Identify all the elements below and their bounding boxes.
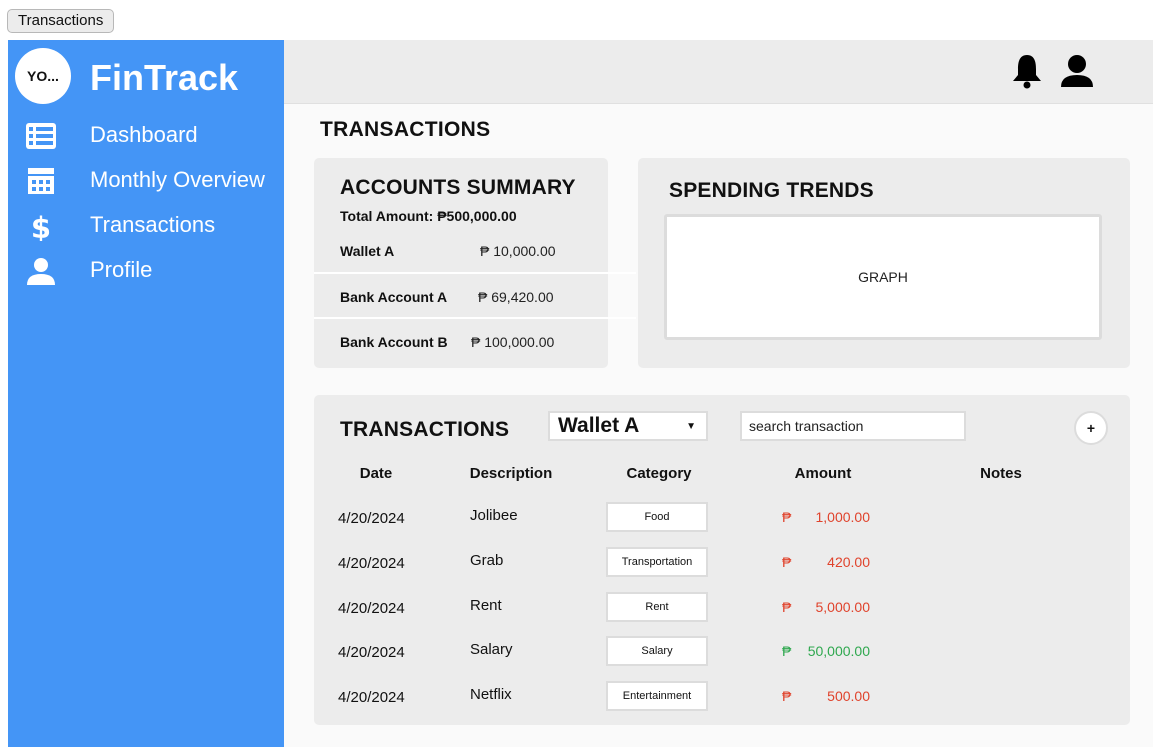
svg-text:$: $: [31, 211, 51, 241]
account-name: Wallet A: [340, 243, 395, 259]
list-icon: [24, 121, 58, 151]
accounts-summary-title: ACCOUNTS SUMMARY: [340, 176, 576, 199]
column-header-category: Category: [626, 465, 692, 482]
calendar-icon: [24, 166, 58, 196]
cell-description: Grab: [470, 552, 504, 569]
sidebar: YO... FinTrack Dashboard Monthly Overvie…: [8, 40, 284, 747]
account-row[interactable]: Bank Account B ₱ 100,000.00: [314, 317, 636, 363]
cell-date: 4/20/2024: [338, 555, 405, 572]
spending-trends-title: SPENDING TRENDS: [669, 179, 874, 202]
account-name: Bank Account B: [340, 334, 448, 350]
category-badge[interactable]: Salary: [606, 636, 708, 666]
account-row[interactable]: Wallet A ₱ 10,000.00: [314, 228, 636, 274]
user-icon: [24, 256, 58, 286]
account-amount: ₱ 100,000.00: [471, 334, 555, 350]
sidebar-item-dashboard[interactable]: Dashboard: [8, 115, 284, 155]
graph-area: GRAPH: [664, 214, 1102, 340]
sidebar-item-monthly-overview[interactable]: Monthly Overview: [8, 160, 284, 200]
dollar-icon: $: [24, 211, 58, 241]
spending-trends-card: SPENDING TRENDS GRAPH: [638, 158, 1130, 368]
category-badge[interactable]: Rent: [606, 592, 708, 622]
account-amount: ₱ 69,420.00: [478, 289, 554, 305]
category-badge[interactable]: Entertainment: [606, 681, 708, 711]
cell-amount: 5,000.00: [815, 599, 871, 615]
chevron-down-icon: ▼: [686, 421, 696, 432]
cell-amount: 420.00: [827, 554, 870, 570]
sidebar-item-label: Transactions: [90, 212, 216, 237]
category-badge[interactable]: Transportation: [606, 547, 708, 577]
cell-date: 4/20/2024: [338, 600, 405, 617]
sidebar-item-label: Monthly Overview: [90, 167, 265, 192]
wallet-selected-value: Wallet A: [558, 414, 640, 437]
cell-description: Rent: [470, 597, 502, 614]
table-row[interactable]: 4/20/2024 Rent Rent ₱ 5,000.00: [314, 589, 1129, 633]
cell-description: Jolibee: [470, 507, 518, 524]
column-header-date: Date: [359, 465, 393, 482]
table-row[interactable]: 4/20/2024 Jolibee Food ₱ 1,000.00: [314, 499, 1129, 543]
cell-date: 4/20/2024: [338, 510, 405, 527]
add-transaction-button[interactable]: +: [1074, 411, 1108, 445]
avatar[interactable]: YO...: [15, 48, 71, 104]
sidebar-item-transactions[interactable]: $ Transactions: [8, 205, 284, 245]
cell-date: 4/20/2024: [338, 644, 405, 661]
cell-amount: 500.00: [827, 688, 870, 704]
cell-amount: 1,000.00: [815, 509, 871, 525]
column-header-amount: Amount: [794, 465, 852, 482]
page-title: TRANSACTIONS: [320, 118, 491, 141]
transactions-title: TRANSACTIONS: [340, 418, 510, 441]
category-badge[interactable]: Food: [606, 502, 708, 532]
table-row[interactable]: 4/20/2024 Netflix Entertainment ₱ 500.00: [314, 678, 1129, 722]
cell-description: Salary: [470, 641, 513, 658]
main-content: TRANSACTIONS ACCOUNTS SUMMARY Total Amou…: [284, 104, 1153, 747]
window-tab[interactable]: Transactions: [7, 9, 115, 33]
cell-amount: 50,000.00: [807, 643, 870, 659]
wallet-select[interactable]: Wallet A ▼: [548, 411, 708, 441]
cell-date: 4/20/2024: [338, 689, 405, 706]
sidebar-item-profile[interactable]: Profile: [8, 250, 284, 290]
search-input[interactable]: [740, 411, 966, 441]
transactions-card: TRANSACTIONS Wallet A ▼ + Date Descripti…: [314, 395, 1130, 725]
column-header-notes: Notes: [980, 465, 1022, 482]
table-row[interactable]: 4/20/2024 Salary Salary ₱ 50,000.00: [314, 633, 1129, 677]
account-amount: ₱ 10,000.00: [480, 243, 556, 259]
user-profile-icon[interactable]: [1060, 53, 1094, 89]
sidebar-item-label: Profile: [90, 257, 153, 282]
brand-logo: FinTrack: [90, 57, 239, 98]
table-row[interactable]: 4/20/2024 Grab Transportation ₱ 420.00: [314, 544, 1129, 588]
graph-placeholder: GRAPH: [858, 269, 908, 285]
bell-icon[interactable]: [1010, 53, 1044, 89]
account-row[interactable]: Bank Account A ₱ 69,420.00: [314, 272, 636, 318]
top-bar: [284, 40, 1153, 104]
accounts-summary-card: ACCOUNTS SUMMARY Total Amount: ₱500,000.…: [314, 158, 636, 368]
column-header-description: Description: [469, 465, 553, 482]
account-name: Bank Account A: [340, 289, 448, 305]
sidebar-item-label: Dashboard: [90, 122, 198, 147]
cell-description: Netflix: [470, 686, 512, 703]
total-amount: Total Amount: ₱500,000.00: [340, 208, 517, 224]
